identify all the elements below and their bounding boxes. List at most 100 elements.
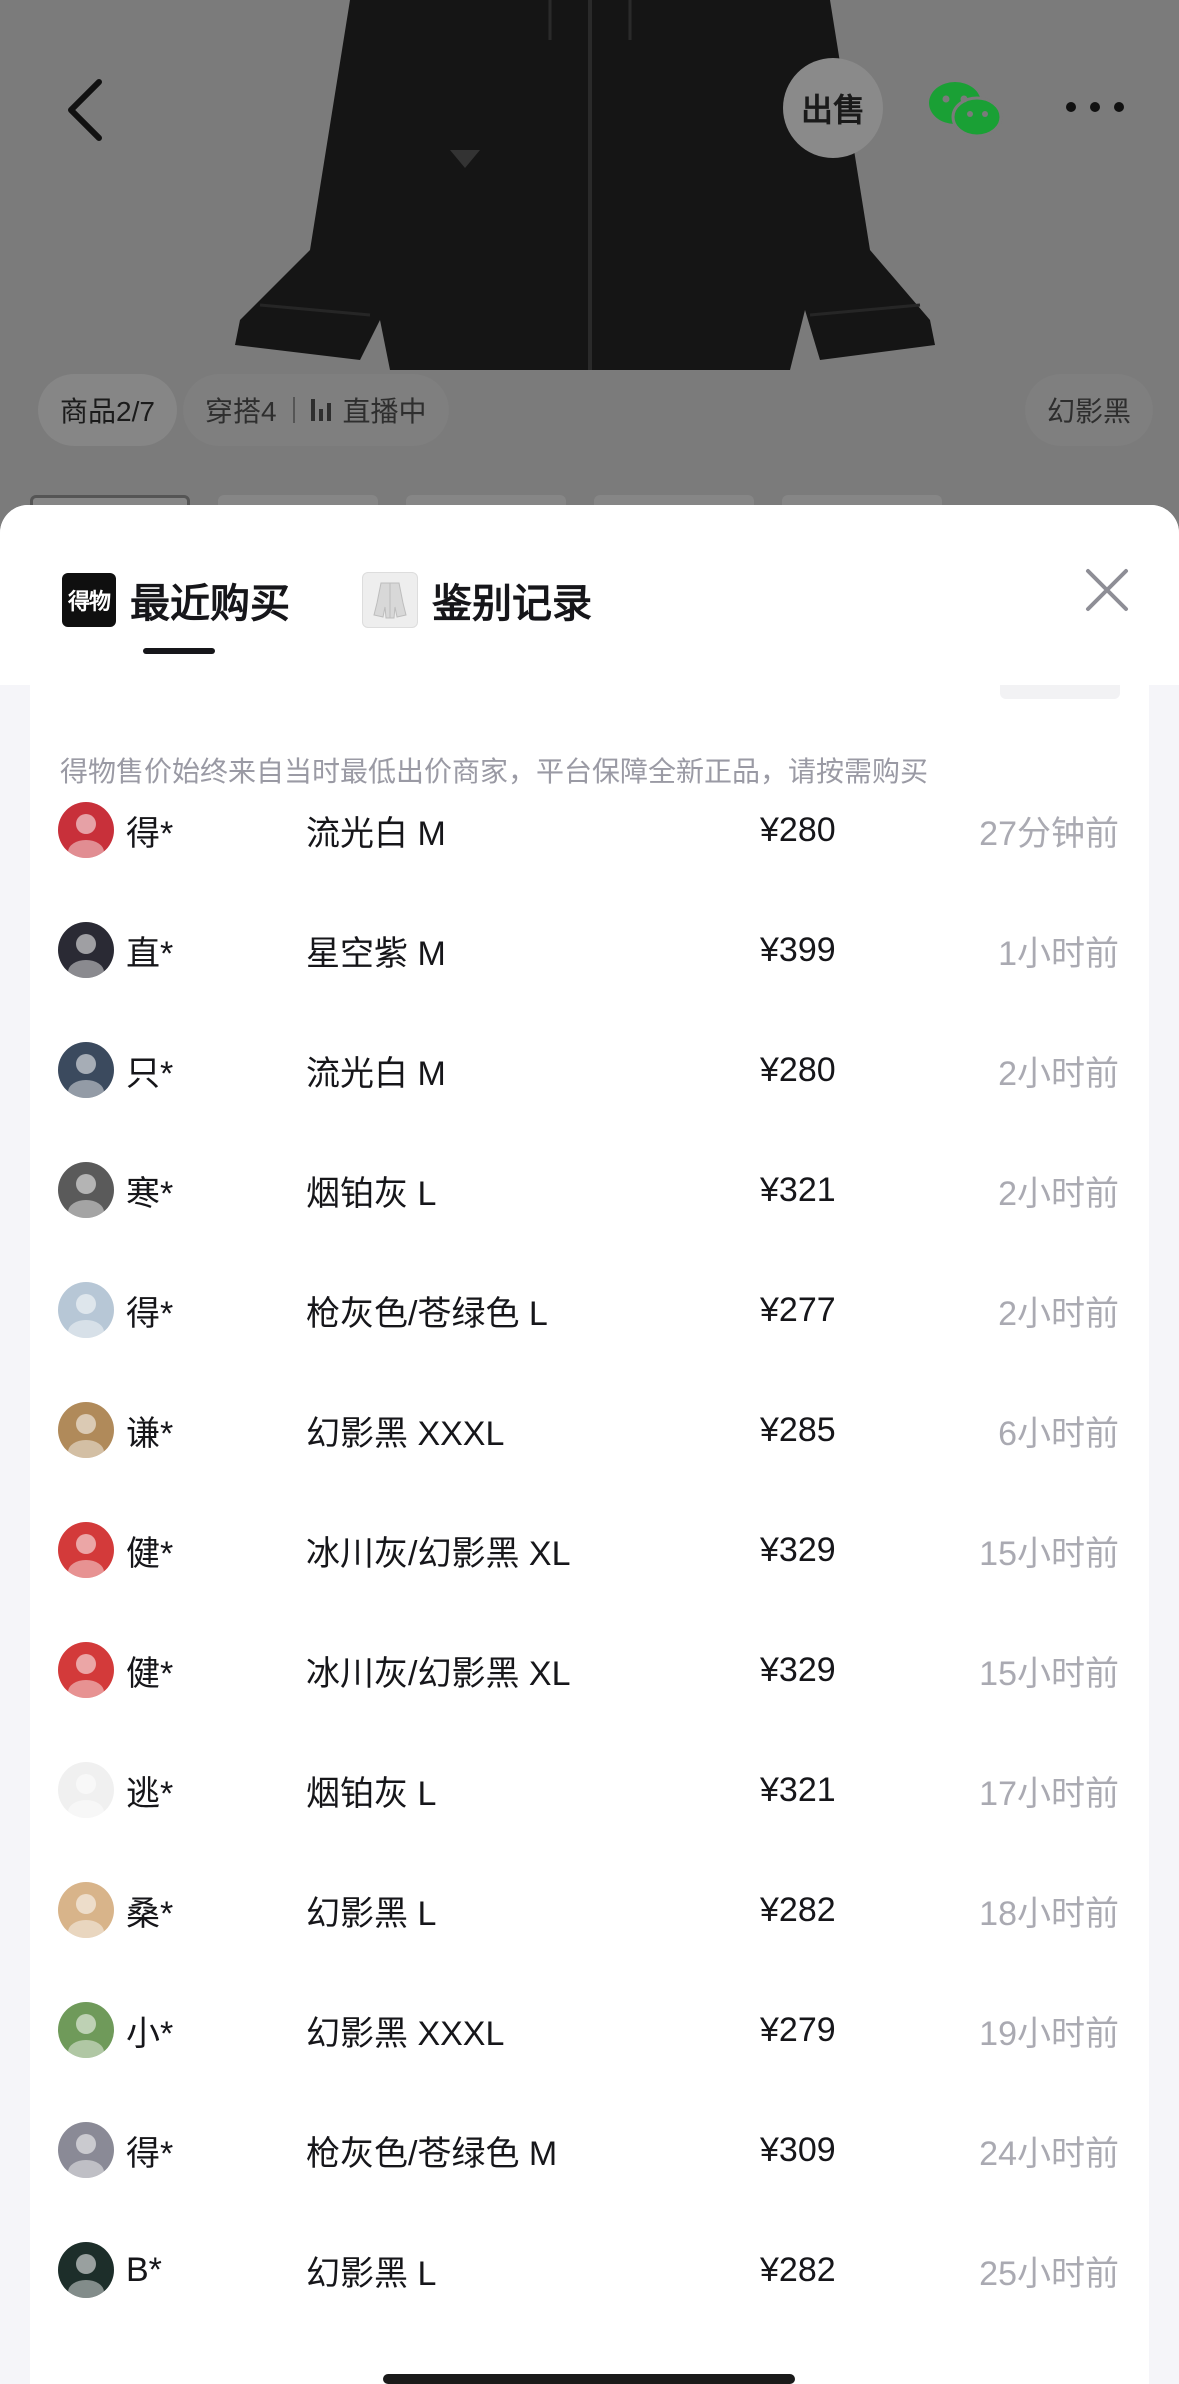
- color-chip[interactable]: 幻影黑: [1025, 374, 1154, 446]
- purchase-time: 27分钟前: [979, 814, 1119, 853]
- purchase-time: 2小时前: [998, 1174, 1119, 1213]
- live-bars-icon: [310, 399, 331, 421]
- buyer-name: B*: [126, 2250, 162, 2289]
- buyer-avatar: [58, 2002, 114, 2058]
- purchase-price: ¥321: [760, 1170, 836, 1209]
- buyer-avatar: [58, 1282, 114, 1338]
- purchase-time: 17小时前: [979, 1774, 1119, 1813]
- home-indicator: [383, 2374, 795, 2384]
- color-chip-wrap: 幻影黑: [1025, 370, 1154, 450]
- buyer-avatar: [58, 1522, 114, 1578]
- buyer-name: 得*: [126, 1294, 174, 1333]
- purchased-variant: 幻影黑 L: [306, 2254, 437, 2293]
- purchased-variant: 烟铂灰 L: [306, 1174, 437, 1213]
- purchased-variant: 枪灰色/苍绿色 M: [306, 2134, 558, 2173]
- buyer-avatar: [58, 1162, 114, 1218]
- purchased-variant: 幻影黑 L: [306, 1894, 437, 1933]
- tab-product-images[interactable]: 商品2/7: [38, 374, 177, 446]
- purchase-price: ¥329: [760, 1650, 836, 1689]
- tab-product-images-label: 商品2/7: [60, 396, 155, 427]
- scroll-tab-stub: [1000, 685, 1120, 699]
- purchase-price: ¥309: [760, 2130, 836, 2169]
- purchased-variant: 枪灰色/苍绿色 L: [306, 1294, 548, 1333]
- purchase-row: 谦* 幻影黑 XXXL ¥285 6小时前: [30, 1370, 1149, 1490]
- purchased-variant: 冰川灰/幻影黑 XL: [306, 1534, 571, 1573]
- purchase-row: 得* 枪灰色/苍绿色 M ¥309 24小时前: [30, 2090, 1149, 2210]
- tab-authentication-records-label: 鉴别记录: [432, 582, 592, 626]
- purchase-price: ¥277: [760, 1290, 836, 1329]
- buyer-name: 得*: [126, 2134, 174, 2173]
- close-icon[interactable]: [1082, 565, 1132, 615]
- buyer-name: 桑*: [126, 1894, 174, 1933]
- jacket-thumbnail-icon: [362, 572, 418, 628]
- purchase-time: 19小时前: [979, 2014, 1119, 2053]
- tab-recent-purchases-label: 最近购买: [130, 582, 290, 626]
- buyer-avatar: [58, 2122, 114, 2178]
- purchase-price: ¥280: [760, 810, 836, 849]
- purchase-price: ¥329: [760, 1530, 836, 1569]
- purchase-price: ¥285: [760, 1410, 836, 1449]
- tab-outfits-label: 穿搭4: [204, 396, 277, 427]
- sell-button[interactable]: 出售: [783, 58, 883, 158]
- sheet-header: 得物 最近购买 鉴别记录: [0, 505, 1179, 685]
- buyer-name: 只*: [126, 1054, 174, 1093]
- product-page-backdrop: 出售 商品2/7 穿搭4 直播中 幻影黑: [0, 0, 1179, 520]
- buyer-name: 谦*: [126, 1414, 174, 1453]
- purchase-price: ¥279: [760, 2010, 836, 2049]
- buyer-avatar: [58, 2242, 114, 2298]
- chip-divider: [292, 397, 295, 423]
- purchase-time: 2小时前: [998, 1294, 1119, 1333]
- dewu-logo-icon: 得物: [62, 573, 116, 627]
- dewu-logo-text: 得物: [67, 589, 111, 614]
- purchase-row: 得* 流光白 M ¥280 27分钟前: [30, 770, 1149, 890]
- purchase-price: ¥399: [760, 930, 836, 969]
- purchase-time: 18小时前: [979, 1894, 1119, 1933]
- purchase-row: 逃* 烟铂灰 L ¥321 17小时前: [30, 1730, 1149, 1850]
- purchased-variant: 星空紫 M: [306, 934, 446, 973]
- buyer-name: 小*: [126, 2014, 174, 2053]
- gallery-chip-bar: 商品2/7 穿搭4 直播中: [38, 370, 449, 450]
- sell-label: 出售: [800, 92, 865, 128]
- purchase-time: 1小时前: [998, 934, 1119, 973]
- purchase-time: 2小时前: [998, 1054, 1119, 1093]
- tab-live-label: 直播中: [342, 396, 427, 427]
- buyer-name: 健*: [126, 1534, 174, 1573]
- buyer-avatar: [58, 1882, 114, 1938]
- tab-recent-purchases[interactable]: 得物 最近购买: [62, 560, 290, 640]
- color-chip-label: 幻影黑: [1047, 396, 1132, 427]
- back-icon[interactable]: [55, 75, 115, 145]
- purchased-variant: 幻影黑 XXXL: [306, 1414, 505, 1453]
- purchase-time: 15小时前: [979, 1534, 1119, 1573]
- wechat-share-icon[interactable]: [925, 75, 1005, 145]
- buyer-name: 健*: [126, 1654, 174, 1693]
- purchase-time: 24小时前: [979, 2134, 1119, 2173]
- purchase-row: 得* 枪灰色/苍绿色 L ¥277 2小时前: [30, 1250, 1149, 1370]
- purchase-row: 只* 流光白 M ¥280 2小时前: [30, 1010, 1149, 1130]
- buyer-name: 寒*: [126, 1174, 174, 1213]
- purchase-time: 6小时前: [998, 1414, 1119, 1453]
- buyer-avatar: [58, 922, 114, 978]
- purchased-variant: 流光白 M: [306, 814, 446, 853]
- buyer-name: 逃*: [126, 1774, 174, 1813]
- buyer-name: 直*: [126, 934, 174, 973]
- purchase-time: 15小时前: [979, 1654, 1119, 1693]
- tab-outfits[interactable]: 穿搭4 直播中: [182, 374, 449, 446]
- purchase-row: 健* 冰川灰/幻影黑 XL ¥329 15小时前: [30, 1610, 1149, 1730]
- purchased-variant: 烟铂灰 L: [306, 1774, 437, 1813]
- purchased-variant: 幻影黑 XXXL: [306, 2014, 505, 2053]
- purchase-row: 小* 幻影黑 XXXL ¥279 19小时前: [30, 1970, 1149, 2090]
- recent-purchases-sheet: 得物 最近购买 鉴别记录 得物售价始终来自当时最低出价商家，平台保障全新正品，请…: [0, 505, 1179, 2384]
- purchase-row: 桑* 幻影黑 L ¥282 18小时前: [30, 1850, 1149, 1970]
- buyer-name: 得*: [126, 814, 174, 853]
- buyer-avatar: [58, 1762, 114, 1818]
- buyer-avatar: [58, 802, 114, 858]
- purchase-row: 直* 星空紫 M ¥399 1小时前: [30, 890, 1149, 1010]
- buyer-avatar: [58, 1042, 114, 1098]
- purchased-variant: 冰川灰/幻影黑 XL: [306, 1654, 571, 1693]
- purchase-row: 健* 冰川灰/幻影黑 XL ¥329 15小时前: [30, 1490, 1149, 1610]
- purchase-price: ¥282: [760, 2250, 836, 2289]
- more-icon[interactable]: [1065, 95, 1125, 119]
- buyer-avatar: [58, 1402, 114, 1458]
- tab-authentication-records[interactable]: 鉴别记录: [362, 560, 592, 640]
- purchase-price: ¥282: [760, 1890, 836, 1929]
